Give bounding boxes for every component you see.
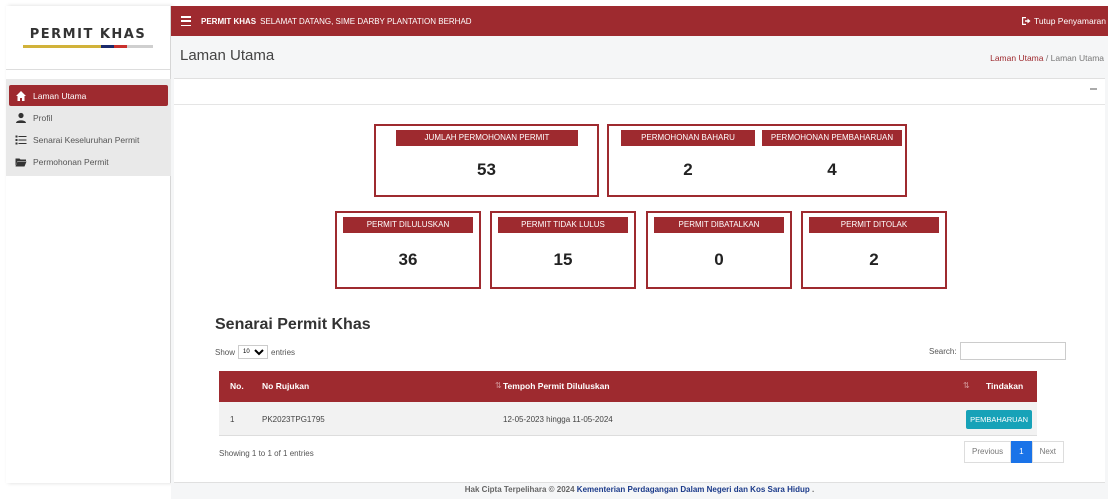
brand-logo[interactable]: PERMIT KHAS xyxy=(6,6,170,70)
sort-icon[interactable]: ⇅ xyxy=(963,381,970,390)
footer-ministry-link[interactable]: Kementerian Perdagangan Dalam Negeri dan… xyxy=(577,485,810,494)
brand-stripe xyxy=(23,45,153,48)
sign-out-icon xyxy=(1022,17,1031,25)
stat-label-baharu: PERMOHONAN BAHARU xyxy=(621,130,755,146)
cell-no: 1 xyxy=(230,415,235,424)
col-no-rujukan[interactable]: No Rujukan xyxy=(262,381,309,391)
stat-value-pembaharuan: 4 xyxy=(827,160,837,179)
collapse-icon[interactable] xyxy=(1090,88,1097,90)
stat-box-permohonan: PERMOHONAN BAHARU 2 PERMOHONAN PEMBAHARU… xyxy=(607,124,907,197)
sidebar: PERMIT KHAS Laman Utama Profil Senarai K… xyxy=(6,6,171,483)
footer-copyright: Hak Cipta Terpelihara © 2024 xyxy=(464,485,575,494)
stat-label-diluluskan: PERMIT DILULUSKAN xyxy=(343,217,473,233)
stat-label-dibatalkan: PERMIT DIBATALKAN xyxy=(654,217,784,233)
breadcrumb-link[interactable]: Laman Utama xyxy=(990,53,1043,63)
page-title: Laman Utama xyxy=(180,47,275,64)
sort-icon[interactable]: ⇅ xyxy=(495,381,502,390)
col-tempoh[interactable]: Tempoh Permit Diluluskan xyxy=(503,381,610,391)
menu-toggle-icon[interactable] xyxy=(181,16,191,26)
sidebar-nav: Laman Utama Profil Senarai Keseluruhan P… xyxy=(6,79,171,176)
table-header: No. No Rujukan ⇅ Tempoh Permit Diluluska… xyxy=(219,371,1037,402)
cell-tempoh: 12-05-2023 hingga 11-05-2024 xyxy=(503,415,613,424)
search-label: Search: xyxy=(929,346,957,356)
sidebar-item-profil[interactable]: Profil xyxy=(9,108,168,128)
sidebar-item-senarai-permit[interactable]: Senarai Keseluruhan Permit xyxy=(9,130,168,150)
entries-select[interactable]: 10 xyxy=(238,345,269,359)
pembaharuan-button[interactable]: PEMBAHARUAN xyxy=(966,410,1032,429)
stat-value-diluluskan: 36 xyxy=(398,250,418,269)
stat-label-jumlah: JUMLAH PERMOHONAN PERMIT xyxy=(396,130,578,146)
stat-label-pembaharuan: PERMOHONAN PEMBAHARUAN xyxy=(762,130,902,146)
logout-button[interactable]: Tutup Penyamaran xyxy=(1021,16,1106,26)
search-input[interactable] xyxy=(959,342,1066,360)
stat-box-jumlah: JUMLAH PERMOHONAN PERMIT 53 xyxy=(374,124,599,197)
col-no[interactable]: No. xyxy=(230,381,244,391)
list-title: Senarai Permit Khas xyxy=(215,316,371,333)
stat-box-dibatalkan: PERMIT DIBATALKAN 0 xyxy=(646,211,792,289)
col-tindakan[interactable]: Tindakan xyxy=(986,381,1023,391)
logout-label: Tutup Penyamaran xyxy=(1034,16,1106,26)
stat-value-dibatalkan: 0 xyxy=(714,250,724,269)
stat-box-diluluskan: PERMIT DILULUSKAN 36 xyxy=(335,211,481,289)
table-row: 1 PK2023TPG1795 12-05-2023 hingga 11-05-… xyxy=(219,402,1037,436)
show-label: Show xyxy=(215,347,236,357)
breadcrumb-current: Laman Utama xyxy=(1050,53,1104,63)
pagination: Previous 1 Next xyxy=(964,441,1065,463)
stat-box-tidak-lulus: PERMIT TIDAK LULUS 15 xyxy=(490,211,636,289)
footer: Hak Cipta Terpelihara © 2024 Kementerian… xyxy=(171,485,1108,494)
pager-next[interactable]: Next xyxy=(1031,441,1065,463)
user-icon xyxy=(16,112,26,123)
breadcrumb: Laman Utama / Laman Utama xyxy=(990,53,1104,63)
sidebar-item-label: Laman Utama xyxy=(33,90,87,101)
sidebar-item-label: Profil xyxy=(33,113,53,123)
folder-icon xyxy=(15,158,27,167)
topbar-welcome: SELAMAT DATANG, SIME DARBY PLANTATION BE… xyxy=(260,16,472,26)
sidebar-item-label: Senarai Keseluruhan Permit xyxy=(33,135,140,145)
stat-label-ditolak: PERMIT DITOLAK xyxy=(809,217,939,233)
card-header xyxy=(174,79,1105,105)
sidebar-item-label: Permohonan Permit xyxy=(33,157,109,167)
stat-value-ditolak: 2 xyxy=(869,250,879,269)
breadcrumb-separator: / xyxy=(1045,53,1049,63)
pager-page-1[interactable]: 1 xyxy=(1011,441,1032,463)
home-icon xyxy=(16,90,26,101)
sidebar-item-laman-utama[interactable]: Laman Utama xyxy=(9,85,168,106)
entries-label: entries xyxy=(271,347,296,357)
footer-suffix: . xyxy=(811,485,815,494)
topbar: PERMIT KHAS SELAMAT DATANG, SIME DARBY P… xyxy=(171,6,1108,36)
entries-length: Show 10 entries xyxy=(215,345,295,359)
stat-label-tidak-lulus: PERMIT TIDAK LULUS xyxy=(498,217,628,233)
stat-box-ditolak: PERMIT DITOLAK 2 xyxy=(801,211,947,289)
table-info: Showing 1 to 1 of 1 entries xyxy=(219,449,314,458)
topbar-app-name: PERMIT KHAS xyxy=(201,16,257,26)
cell-no-rujukan: PK2023TPG1795 xyxy=(262,415,325,424)
brand-name: PERMIT KHAS xyxy=(29,27,147,42)
sidebar-item-permohonan-permit[interactable]: Permohonan Permit xyxy=(9,152,168,172)
table-search: Search: xyxy=(929,342,1066,360)
stat-value-baharu: 2 xyxy=(683,160,693,179)
pager-previous[interactable]: Previous xyxy=(964,441,1012,463)
list-icon xyxy=(15,135,27,145)
stat-value-jumlah: 53 xyxy=(477,160,496,179)
stat-value-tidak-lulus: 15 xyxy=(553,250,573,269)
